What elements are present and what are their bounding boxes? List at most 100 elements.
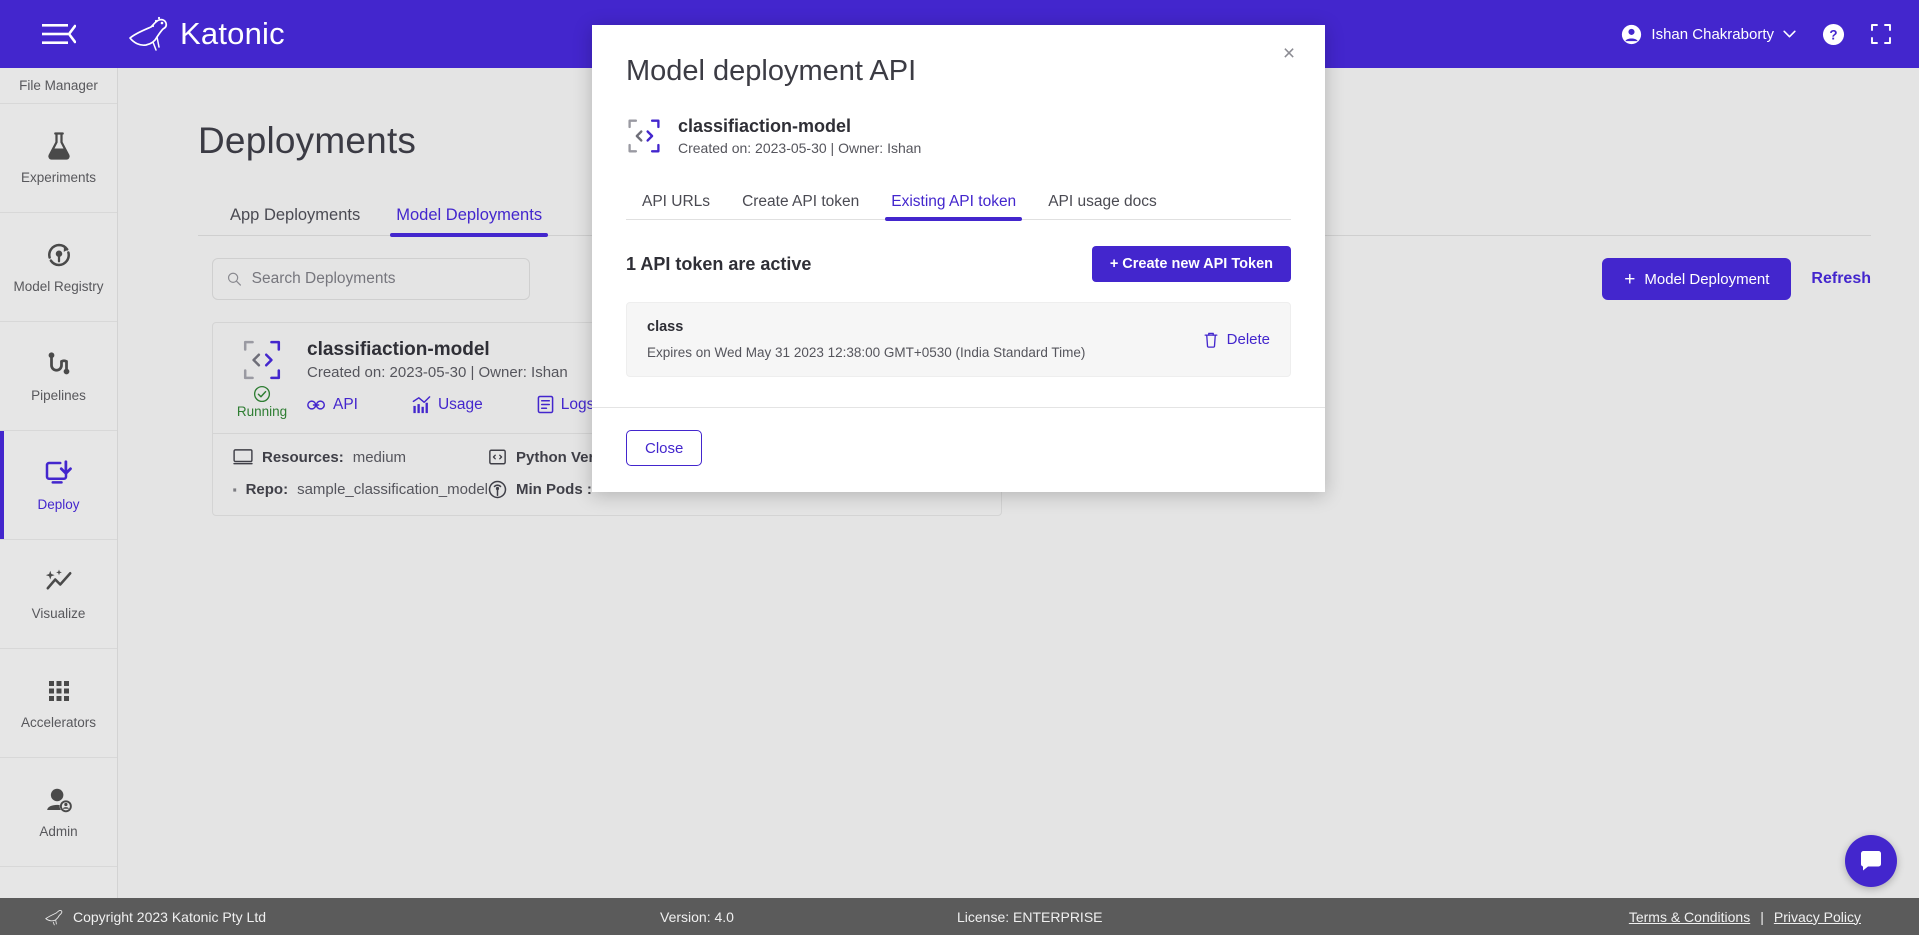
fullscreen-icon[interactable] [1871,24,1891,44]
refresh-link[interactable]: Refresh [1811,270,1871,288]
server-stack-icon [233,488,237,491]
sidebar-item-label: Visualize [31,606,86,621]
sidebar-item-pipelines[interactable]: Pipelines [0,322,117,431]
modal-model-meta: Created on: 2023-05-30 | Owner: Ishan [678,140,922,156]
fact-min-pods-label: Min Pods : [516,481,592,498]
sidebar-item-label: Deploy [37,497,80,512]
modal-model-name: classifiaction-model [678,116,852,136]
fact-repo-label: Repo: [245,481,289,498]
modal-header: Model deployment API × [592,25,1325,88]
tokens-header: 1 API token are active + Create new API … [626,246,1291,282]
terms-and-conditions-link[interactable]: Terms & Conditions [1629,909,1750,925]
tab-model-deployments[interactable]: Model Deployments [378,206,560,237]
model-registry-icon [47,243,70,267]
deployment-logs-link[interactable]: Logs [537,395,595,414]
plus-icon: + [1624,268,1636,290]
chat-launcher-button[interactable] [1845,835,1897,887]
deployment-logs-label: Logs [560,395,595,413]
status-check-icon [253,385,271,403]
privacy-policy-link[interactable]: Privacy Policy [1774,909,1861,925]
svg-text:?: ? [1829,27,1837,42]
deployment-usage-link[interactable]: Usage [412,395,483,414]
user-name: Ishan Chakraborty [1651,25,1774,43]
sidebar-item-file-manager[interactable]: File Manager [0,68,117,104]
delete-token-button[interactable]: Delete [1203,331,1270,349]
broadcast-icon [488,480,507,499]
close-icon[interactable]: × [1275,39,1303,67]
sidebar-item-model-registry[interactable]: Model Registry [0,213,117,322]
search-input[interactable] [251,270,515,288]
deployment-status-column: Running [233,339,291,419]
document-lines-icon [537,395,554,414]
grid-dots-icon [48,681,69,701]
sidebar-item-visualize[interactable]: Visualize [0,540,117,649]
sidebar-item-label: File Manager [19,78,98,93]
kangaroo-logo-icon [129,16,168,51]
tab-create-api-token[interactable]: Create API token [726,193,875,220]
sidebar-item-label: Model Registry [13,279,104,294]
avatar-icon [1622,24,1642,44]
code-brackets-frame-icon [243,340,281,380]
app-root: Katonic Ishan Chakraborty ? File Manager… [0,0,1919,935]
search-deployments-box[interactable] [212,258,530,300]
link-icon [307,399,326,410]
admin-user-icon [46,788,72,813]
token-name: class [647,319,684,335]
footer-version: Version: 4.0 [660,908,734,925]
sidebar-item-deploy[interactable]: Deploy [0,431,117,540]
footer-copyright-text: Copyright 2023 Katonic Pty Ltd [73,908,267,925]
footer-links: Terms & Conditions | Privacy Policy [1629,909,1861,925]
kangaroo-logo-icon [45,909,63,925]
close-button[interactable]: Close [626,430,703,466]
help-circle-icon[interactable]: ? [1822,23,1845,46]
chevron-down-icon [1783,30,1796,38]
sidebar-item-label: Admin [39,824,78,839]
brand-logo-link[interactable]: Katonic [126,14,285,54]
footer-license: License: ENTERPRISE [957,908,1103,925]
modal-footer: Close [592,407,1325,492]
token-row: class Expires on Wed May 31 2023 12:38:0… [626,302,1291,377]
create-new-api-token-button[interactable]: + Create new API Token [1091,246,1291,282]
tab-api-usage-docs[interactable]: API usage docs [1032,193,1173,220]
add-model-deployment-button[interactable]: + Model Deployment [1602,258,1792,300]
tab-existing-api-token[interactable]: Existing API token [875,193,1032,221]
user-menu-button[interactable]: Ishan Chakraborty [1621,24,1796,45]
fact-repo-value: sample_classification_model [297,481,488,498]
tab-app-deployments[interactable]: App Deployments [212,206,378,236]
code-brackets-icon [489,449,506,465]
chat-bubble-icon [1860,851,1881,871]
sidebar-item-label: Pipelines [31,388,86,403]
fact-resources-value: medium [352,448,407,466]
footer-copyright: Copyright 2023 Katonic Pty Ltd [44,908,266,926]
tab-api-urls[interactable]: API URLs [626,193,726,220]
deployment-api-label: API [333,395,358,413]
model-deployment-api-modal: Model deployment API × classifiaction-mo… [592,25,1325,492]
delete-token-label: Delete [1226,331,1270,348]
pipelines-icon [48,352,69,375]
token-expiry: Expires on Wed May 31 2023 12:38:00 GMT+… [647,345,1086,360]
tokens-count: 1 API token are active [626,253,812,274]
modal-tabs: API URLs Create API token Existing API t… [626,182,1291,221]
sidebar-item-accelerators[interactable]: Accelerators [0,649,117,758]
search-icon [227,272,242,286]
monitor-icon [233,449,253,465]
fact-resources: Resources: medium [233,448,488,466]
footer-separator: | [1760,908,1764,925]
deployment-api-link[interactable]: API [307,395,358,414]
sidebar-toggle-button[interactable] [0,23,118,45]
sidebar-item-experiments[interactable]: Experiments [0,104,117,213]
modal-model-summary: classifiaction-model Created on: 2023-05… [592,88,1325,156]
fact-repo: Repo: sample_classification_model [233,480,488,499]
flask-icon [47,132,70,160]
deploy-icon [45,460,72,484]
token-info: class Expires on Wed May 31 2023 12:38:0… [647,319,1085,360]
brand-name: Katonic [180,16,285,51]
visualize-sparkline-icon [45,569,71,590]
modal-title: Model deployment API [626,55,917,87]
sidebar-item-admin[interactable]: Admin [0,758,117,867]
fact-python-version-label: Python Ver [516,448,595,466]
code-brackets-frame-icon [628,119,660,153]
modal-body: 1 API token are active + Create new API … [592,220,1325,407]
deployment-usage-label: Usage [437,395,483,413]
sidebar-item-label: Accelerators [20,715,97,730]
